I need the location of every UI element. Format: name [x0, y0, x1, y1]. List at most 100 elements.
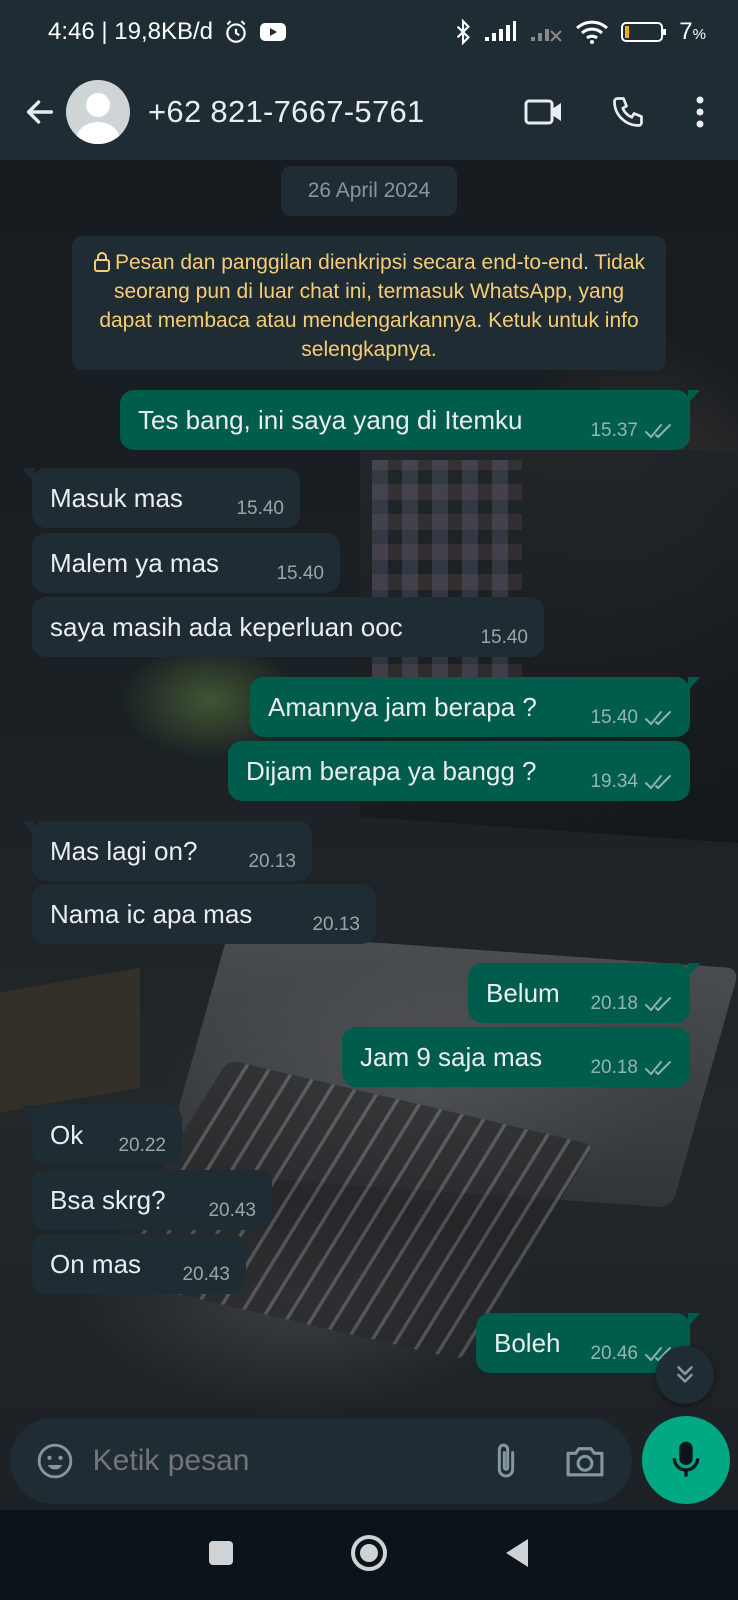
emoji-icon	[38, 1443, 73, 1479]
message-time: 20.43	[182, 1264, 230, 1285]
incoming-message[interactable]: Ok 20.22	[22, 1105, 182, 1165]
date-chip: 26 April 2024	[281, 166, 457, 216]
message-meta: 20.18	[590, 993, 674, 1015]
message-meta: 20.43	[182, 1264, 230, 1286]
video-call-icon	[524, 99, 561, 125]
more-options-button[interactable]	[682, 82, 718, 142]
incoming-message[interactable]: Mas lagi on? 20.13	[22, 821, 312, 881]
recent-apps-button[interactable]	[206, 1538, 236, 1573]
incoming-message[interactable]: Bsa skrg? 20.43	[32, 1170, 272, 1230]
double-check-icon	[645, 711, 671, 725]
battery-value: 7	[679, 18, 693, 45]
camera-button[interactable]	[557, 1433, 612, 1489]
status-bar: 4:46 | 19,8KB/d 7%	[0, 0, 738, 64]
message-meta: 15.40	[276, 563, 324, 585]
wallpaper-notebook	[0, 967, 140, 1113]
more-options-icon	[696, 96, 704, 128]
message-meta: 19.34	[590, 771, 674, 793]
message-meta: 15.40	[236, 498, 284, 520]
home-icon	[350, 1534, 387, 1571]
message-time: 20.18	[590, 993, 638, 1014]
outgoing-message[interactable]: Tes bang, ini saya yang di Itemku 15.37	[120, 390, 700, 450]
message-text: Jam 9 saja mas	[360, 1041, 543, 1072]
message-text: Ok	[50, 1119, 84, 1150]
message-meta: 20.13	[312, 914, 360, 936]
incoming-message[interactable]: Masuk mas 15.40	[22, 468, 300, 528]
voice-call-icon	[613, 97, 643, 127]
message-time: 19.34	[590, 771, 638, 792]
message-time: 20.46	[590, 1343, 638, 1364]
double-check-icon	[645, 1061, 671, 1075]
message-text: Dijam berapa ya bangg ?	[246, 755, 537, 786]
outgoing-message[interactable]: Belum 20.18	[468, 963, 700, 1023]
message-text: Tes bang, ini saya yang di Itemku	[138, 404, 523, 435]
message-meta: 15.40	[480, 627, 528, 649]
outgoing-message[interactable]: Amannya jam berapa ? 15.40	[250, 677, 700, 737]
message-meta: 20.18	[590, 1057, 674, 1079]
battery-icon	[621, 21, 667, 43]
contact-name[interactable]: +62 821-7667-5761	[148, 94, 514, 130]
video-call-button[interactable]	[514, 82, 574, 142]
signal-no-service-icon	[529, 21, 563, 43]
emoji-button[interactable]	[28, 1433, 83, 1489]
home-button[interactable]	[349, 1533, 389, 1578]
message-time: 15.40	[480, 627, 528, 648]
message-time: 20.18	[590, 1057, 638, 1078]
message-time: 15.40	[276, 563, 324, 584]
message-text: Boleh	[494, 1327, 561, 1358]
message-time: 20.13	[248, 851, 296, 872]
battery-unit: %	[692, 26, 706, 43]
double-chevron-down-icon	[677, 1366, 693, 1383]
message-text: Amannya jam berapa ?	[268, 691, 537, 722]
encryption-notice[interactable]: Pesan dan panggilan dienkripsi secara en…	[72, 236, 666, 370]
message-time: 20.43	[208, 1200, 256, 1221]
double-check-icon	[645, 775, 671, 789]
avatar[interactable]	[66, 80, 130, 144]
voice-message-button[interactable]	[642, 1416, 730, 1504]
lock-icon	[93, 252, 110, 272]
message-text: saya masih ada keperluan ooc	[50, 611, 403, 642]
chat-area[interactable]: 26 April 2024 Pesan dan panggilan dienkr…	[0, 160, 738, 1510]
status-time-speed: 4:46 | 19,8KB/d	[48, 18, 214, 45]
message-text: Bsa skrg?	[50, 1184, 166, 1215]
back-arrow-icon	[26, 100, 54, 124]
outgoing-message[interactable]: Dijam berapa ya bangg ? 19.34	[228, 741, 690, 801]
chat-header: +62 821-7667-5761	[0, 64, 738, 160]
message-text: Malem ya mas	[50, 547, 220, 578]
outgoing-message[interactable]: Jam 9 saja mas 20.18	[342, 1027, 690, 1087]
message-time: 15.40	[590, 707, 638, 728]
message-text: On mas	[50, 1248, 142, 1279]
attach-button[interactable]	[479, 1433, 534, 1489]
message-time: 20.13	[312, 914, 360, 935]
message-text: Masuk mas	[50, 482, 183, 513]
double-check-icon	[645, 424, 671, 438]
message-input[interactable]	[92, 1444, 479, 1478]
alarm-icon	[223, 19, 249, 45]
wifi-icon	[575, 19, 609, 45]
battery-percent: 7%	[679, 18, 706, 46]
microphone-icon	[672, 1441, 700, 1477]
status-left: 4:46 | 19,8KB/d	[48, 18, 287, 46]
back-button[interactable]	[10, 82, 70, 142]
double-check-icon	[645, 997, 671, 1011]
incoming-message[interactable]: Nama ic apa mas 20.13	[32, 884, 376, 944]
avatar-icon	[76, 93, 120, 144]
incoming-message[interactable]: Malem ya mas 15.40	[32, 533, 340, 593]
message-time: 15.37	[590, 420, 638, 441]
youtube-icon	[259, 21, 287, 43]
message-meta: 20.22	[118, 1135, 166, 1157]
incoming-message[interactable]: On mas 20.43	[32, 1234, 246, 1294]
voice-call-button[interactable]	[598, 82, 658, 142]
message-text: Nama ic apa mas	[50, 898, 253, 929]
camera-icon	[566, 1447, 604, 1477]
status-right: 7%	[455, 18, 706, 46]
attach-icon	[497, 1443, 515, 1478]
back-icon	[505, 1538, 528, 1567]
nav-back-button[interactable]	[502, 1536, 532, 1575]
message-time: 20.22	[118, 1135, 166, 1156]
message-input-bar	[10, 1418, 632, 1504]
scroll-to-bottom-button[interactable]	[656, 1346, 714, 1404]
message-meta: 20.13	[248, 851, 296, 873]
message-text: Mas lagi on?	[50, 835, 198, 866]
incoming-message[interactable]: saya masih ada keperluan ooc 15.40	[32, 597, 544, 657]
